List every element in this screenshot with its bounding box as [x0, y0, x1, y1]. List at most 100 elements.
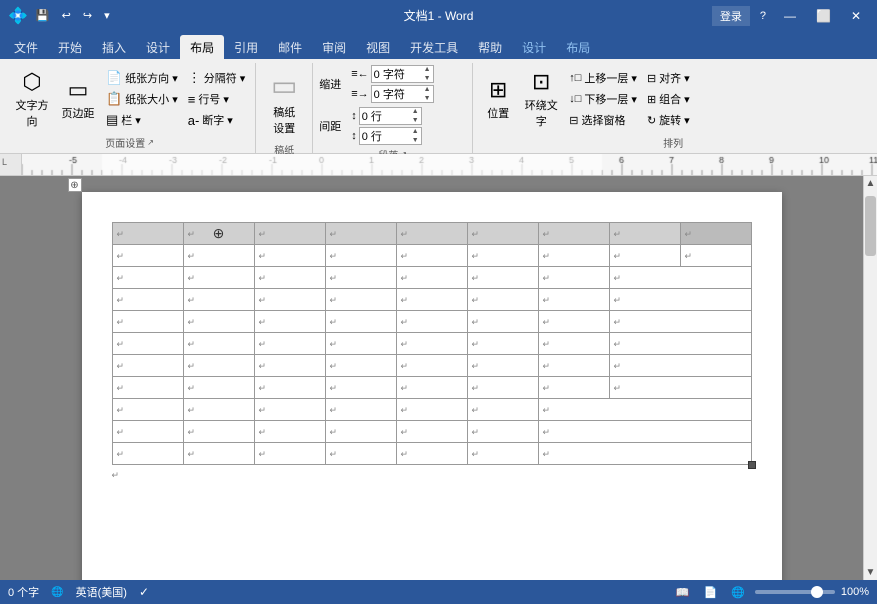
page-setup-expand[interactable]: ↗	[147, 138, 154, 147]
table-cell[interactable]: ↵	[467, 223, 538, 245]
table-cell[interactable]: ↵	[680, 223, 751, 245]
table-cell[interactable]: ↵	[396, 421, 467, 443]
table-cell[interactable]: ↵	[112, 355, 183, 377]
table-cell[interactable]: ↵	[325, 355, 396, 377]
columns-button[interactable]: ▤ 栏 ▾	[102, 110, 182, 130]
table-cell[interactable]: ↵	[467, 245, 538, 267]
breaks-button[interactable]: ⋮ 分隔符 ▾	[184, 68, 250, 88]
indent-left-down[interactable]: ▼	[422, 74, 433, 83]
read-view-button[interactable]: 📖	[672, 584, 694, 601]
table-cell[interactable]: ↵	[538, 245, 609, 267]
table-cell[interactable]: ↵	[467, 333, 538, 355]
qat-undo[interactable]: ↩	[58, 7, 75, 24]
spell-check-icon[interactable]: ✓	[139, 585, 149, 599]
indent-right-up[interactable]: ▲	[422, 85, 433, 94]
scroll-track[interactable]	[864, 191, 877, 565]
tab-file[interactable]: 文件	[4, 35, 48, 59]
tab-help[interactable]: 帮助	[468, 35, 512, 59]
table-cell[interactable]: ↵ ⊕	[183, 223, 254, 245]
table-cell[interactable]: ↵	[112, 421, 183, 443]
table-cell[interactable]: ↵	[325, 289, 396, 311]
document-area[interactable]: ⊕ ↵ ↵ ⊕ ↵ ↵ ↵ ↵ ↵ ↵	[0, 176, 863, 580]
indent-left-spinbox[interactable]: ▲ ▼	[371, 65, 434, 83]
table-cell[interactable]: ↵	[254, 267, 325, 289]
table-cell[interactable]: ↵	[396, 443, 467, 465]
table-cell[interactable]: ↵	[112, 223, 183, 245]
table-cell[interactable]: ↵	[467, 355, 538, 377]
table-cell[interactable]: ↵	[254, 289, 325, 311]
table-cell[interactable]: ↵	[325, 267, 396, 289]
table-cell[interactable]: ↵	[254, 443, 325, 465]
table-cell[interactable]: ↵	[396, 311, 467, 333]
table-cell[interactable]: ↵	[254, 355, 325, 377]
table-cell[interactable]: ↵	[609, 289, 751, 311]
tab-layout[interactable]: 布局	[180, 35, 224, 59]
indent-right-input[interactable]	[372, 86, 422, 102]
table-cell[interactable]: ↵	[325, 421, 396, 443]
table-cell[interactable]: ↵	[183, 377, 254, 399]
web-view-button[interactable]: 🌐	[727, 584, 749, 601]
table-cell[interactable]: ↵	[609, 377, 751, 399]
spacing-after-input[interactable]	[360, 128, 410, 144]
table-cell[interactable]: ↵	[112, 289, 183, 311]
table-cell[interactable]: ↵	[183, 421, 254, 443]
table-cell[interactable]: ↵	[396, 223, 467, 245]
spacing-before-down[interactable]: ▼	[410, 116, 421, 125]
print-view-button[interactable]: 📄	[699, 584, 721, 601]
table-cell[interactable]: ↵	[325, 399, 396, 421]
hyphenation-button[interactable]: a‐ 断字 ▾	[184, 110, 250, 130]
table-cell[interactable]: ↵	[254, 311, 325, 333]
vertical-scrollbar[interactable]: ▲ ▼	[863, 176, 877, 580]
table-cell[interactable]: ↵	[609, 223, 680, 245]
table-resize-handle[interactable]	[748, 461, 756, 469]
paper-size-button[interactable]: 📋 纸张大小 ▾	[102, 89, 182, 109]
table-cell[interactable]: ↵	[609, 267, 751, 289]
table-cell[interactable]: ↵	[538, 267, 609, 289]
spacing-after-spinbox[interactable]: ▲ ▼	[359, 127, 422, 145]
tab-developer[interactable]: 开发工具	[400, 35, 468, 59]
table-cell[interactable]: ↵	[254, 333, 325, 355]
table-cell[interactable]: ↵	[467, 267, 538, 289]
wrap-text-button[interactable]: ⊡ 环绕文字	[519, 65, 563, 133]
table-cell[interactable]: ↵	[467, 443, 538, 465]
table-cell[interactable]: ↵	[538, 421, 751, 443]
table-cell[interactable]: ↵	[467, 377, 538, 399]
ruler-corner[interactable]: L	[0, 154, 22, 176]
table-cell[interactable]: ↵	[325, 245, 396, 267]
zoom-slider[interactable]	[755, 590, 835, 594]
table-cell[interactable]: ↵	[538, 399, 751, 421]
select-pane-button[interactable]: ⊟ 选择窗格	[565, 110, 641, 130]
table-cell[interactable]: ↵	[183, 443, 254, 465]
table-cell[interactable]: ↵	[538, 443, 751, 465]
table-move-handle[interactable]: ⊕	[68, 178, 82, 192]
tab-review[interactable]: 审阅	[312, 35, 356, 59]
orientation-button[interactable]: 📄 纸张方向 ▾	[102, 68, 182, 88]
table-cell[interactable]: ↵	[396, 355, 467, 377]
tab-home[interactable]: 开始	[48, 35, 92, 59]
table-cell[interactable]: ↵	[325, 223, 396, 245]
tab-design[interactable]: 设计	[136, 35, 180, 59]
table-cell[interactable]: ↵	[396, 245, 467, 267]
table-cell[interactable]: ↵	[183, 399, 254, 421]
align-button[interactable]: ⊟ 对齐 ▾	[643, 68, 694, 88]
minimize-button[interactable]: —	[776, 5, 804, 27]
scroll-up-button[interactable]: ▲	[864, 176, 877, 191]
tab-insert[interactable]: 插入	[92, 35, 136, 59]
table-cell[interactable]: ↵	[112, 443, 183, 465]
text-direction-button[interactable]: ⬡ 文字方向	[10, 65, 54, 133]
table-cell[interactable]: ↵	[396, 399, 467, 421]
table-cell[interactable]: ↵	[254, 421, 325, 443]
restore-button[interactable]: ⬜	[808, 5, 839, 27]
table-cell[interactable]: ↵	[609, 245, 680, 267]
draft-button[interactable]: ▭ 稿纸设置	[262, 65, 306, 140]
table-cell[interactable]: ↵	[325, 333, 396, 355]
table-cell[interactable]: ↵	[396, 333, 467, 355]
tab-view[interactable]: 视图	[356, 35, 400, 59]
table-cell[interactable]: ↵	[325, 443, 396, 465]
table-cell[interactable]: ↵	[325, 311, 396, 333]
indent-left-input[interactable]	[372, 66, 422, 82]
scroll-thumb[interactable]	[865, 196, 876, 256]
table-cell[interactable]: ↵	[538, 355, 609, 377]
table-cell[interactable]: ↵	[680, 245, 751, 267]
margins-button[interactable]: ▭ 页边距	[56, 69, 100, 129]
